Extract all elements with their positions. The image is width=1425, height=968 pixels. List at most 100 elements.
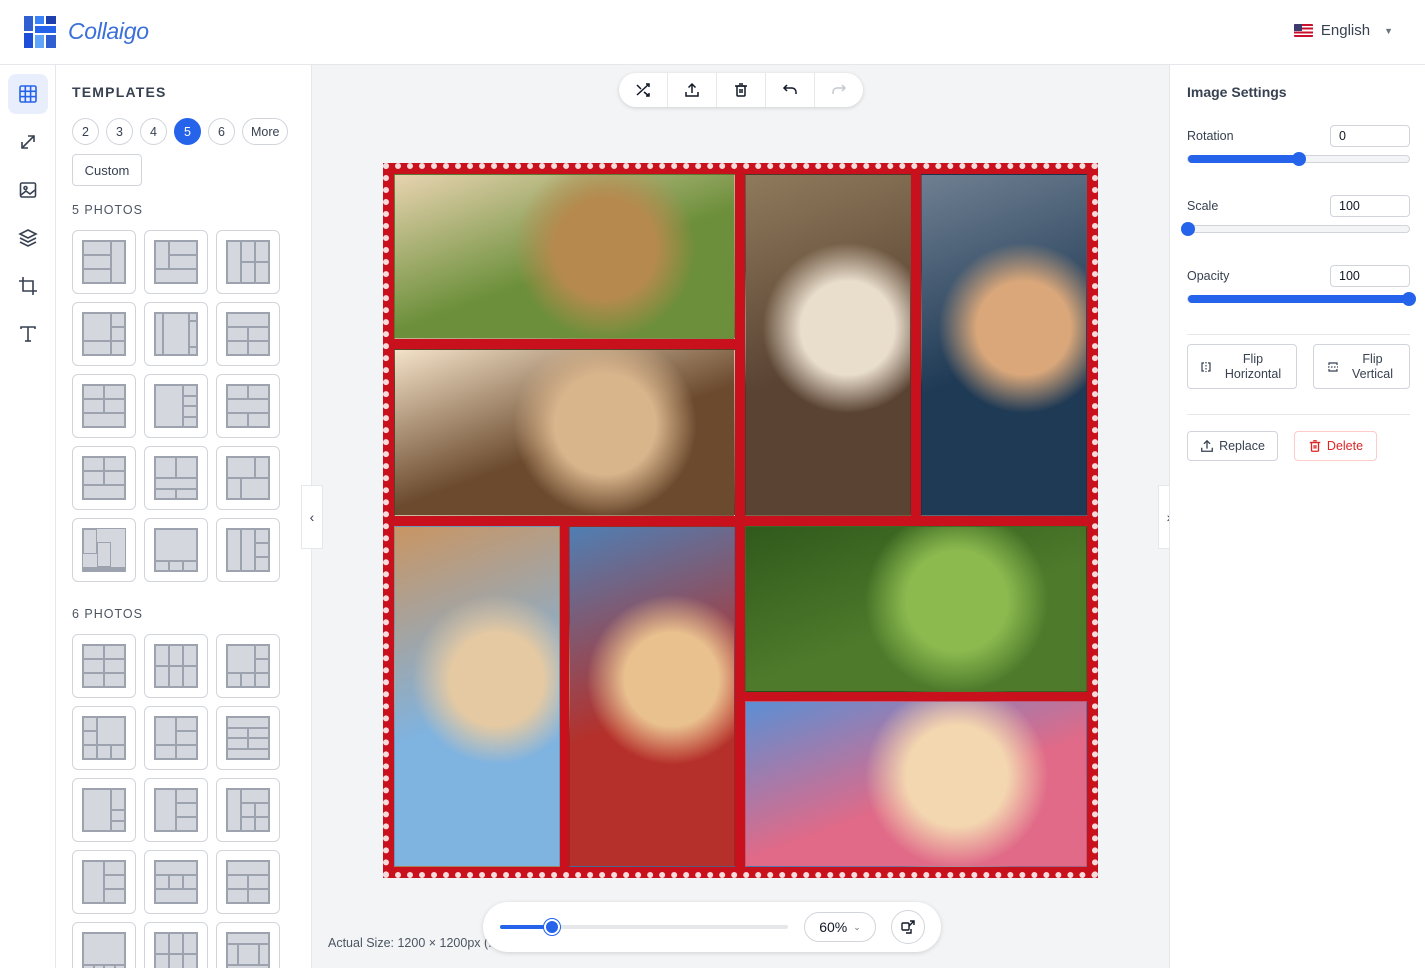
template-tile[interactable]	[72, 518, 136, 582]
template-tile[interactable]	[144, 634, 208, 698]
redo-icon	[832, 84, 847, 94]
photo-lamb[interactable]	[745, 174, 911, 516]
flip-horizontal-icon	[1201, 361, 1211, 372]
photo-reading[interactable]	[394, 349, 735, 516]
template-preview	[82, 932, 126, 968]
rotation-slider-thumb[interactable]	[1291, 152, 1306, 166]
count-5-button[interactable]: 5	[174, 118, 201, 145]
photo-giraffe[interactable]	[394, 174, 735, 339]
opacity-slider-thumb[interactable]	[1402, 292, 1416, 306]
expand-icon	[21, 135, 35, 149]
photo-beach[interactable]	[394, 526, 560, 867]
flip-v-line1: Flip	[1362, 351, 1383, 366]
count-6-button[interactable]: 6	[208, 118, 235, 145]
opacity-slider[interactable]	[1187, 292, 1416, 306]
actual-size-label: Actual Size: 1200 × 1200px (...	[328, 936, 499, 950]
photo-birthday[interactable]	[745, 701, 1087, 867]
chevron-left-icon: ‹	[309, 509, 315, 525]
template-tile[interactable]	[144, 302, 208, 366]
template-preview	[154, 860, 198, 904]
template-tile[interactable]	[216, 302, 280, 366]
flip-horizontal-button[interactable]: Flip Horizontal	[1187, 344, 1297, 389]
template-tile[interactable]	[216, 518, 280, 582]
template-tile[interactable]	[72, 922, 136, 968]
rotation-slider[interactable]	[1187, 152, 1410, 166]
template-preview	[82, 456, 126, 500]
crop-tool-button[interactable]	[8, 266, 48, 306]
template-tile[interactable]	[144, 518, 208, 582]
scale-slider[interactable]	[1181, 222, 1410, 236]
undo-icon	[782, 84, 797, 94]
section-6-photos: 6 PHOTOS	[72, 607, 143, 621]
resize-tool-button[interactable]	[8, 122, 48, 162]
collapse-left-panel-button[interactable]: ‹	[301, 485, 323, 549]
text-tool-button[interactable]	[8, 314, 48, 354]
template-tile[interactable]	[216, 230, 280, 294]
opacity-input[interactable]	[1330, 265, 1410, 287]
replace-button[interactable]: Replace	[1187, 431, 1278, 461]
zoom-slider[interactable]	[500, 919, 788, 935]
delete-all-button[interactable]	[717, 73, 766, 107]
image-icon	[19, 182, 37, 198]
photo-portrait[interactable]	[921, 174, 1087, 516]
template-tile[interactable]	[216, 778, 280, 842]
count-2-button[interactable]: 2	[72, 118, 99, 145]
template-tile[interactable]	[72, 778, 136, 842]
layers-tool-button[interactable]	[8, 218, 48, 258]
photo-carousel[interactable]	[569, 526, 735, 867]
template-tile[interactable]	[216, 706, 280, 770]
template-preview	[154, 644, 198, 688]
template-preview	[82, 788, 126, 832]
crop-icon	[19, 277, 37, 295]
more-counts-button[interactable]: More	[242, 118, 289, 145]
shuffle-button[interactable]	[619, 73, 668, 107]
template-tile[interactable]	[72, 446, 136, 510]
flip-h-line2: Horizontal	[1224, 366, 1282, 381]
canvas-area: ‹ › Actual Size: 1200 × 1200px (... 60% …	[301, 65, 1180, 968]
redo-button[interactable]	[815, 73, 863, 107]
photo-kite[interactable]	[745, 526, 1087, 692]
template-tile[interactable]	[72, 706, 136, 770]
templates-5-grid	[72, 230, 280, 582]
rotation-input[interactable]	[1330, 125, 1410, 147]
template-preview	[226, 384, 270, 428]
collage-canvas[interactable]	[383, 163, 1098, 878]
fit-to-screen-button[interactable]	[891, 910, 925, 944]
template-tile[interactable]	[144, 706, 208, 770]
template-tile[interactable]	[216, 850, 280, 914]
custom-template-button[interactable]: Custom	[72, 154, 142, 186]
delete-button[interactable]: Delete	[1294, 431, 1377, 461]
grid-icon	[19, 85, 37, 103]
template-tile[interactable]	[72, 374, 136, 438]
count-4-button[interactable]: 4	[140, 118, 167, 145]
template-tile[interactable]	[216, 374, 280, 438]
trash-icon	[735, 83, 747, 97]
template-tile[interactable]	[216, 634, 280, 698]
count-3-button[interactable]: 3	[106, 118, 133, 145]
template-tile[interactable]	[144, 446, 208, 510]
template-tile[interactable]	[216, 922, 280, 968]
template-tile[interactable]	[144, 374, 208, 438]
background-tool-button[interactable]	[8, 170, 48, 210]
template-tile[interactable]	[144, 922, 208, 968]
zoom-level-select[interactable]: 60% ⌄	[804, 912, 876, 942]
templates-tool-button[interactable]	[8, 74, 48, 114]
scale-input[interactable]	[1330, 195, 1410, 217]
zoom-slider-thumb[interactable]	[543, 919, 560, 935]
zoom-level-label: 60%	[819, 919, 848, 935]
undo-button[interactable]	[766, 73, 815, 107]
template-tile[interactable]	[72, 634, 136, 698]
template-tile[interactable]	[216, 446, 280, 510]
template-tile[interactable]	[72, 850, 136, 914]
template-tile[interactable]	[72, 302, 136, 366]
templates-panel: TEMPLATES 2 3 4 5 6 More Custom 5 PHOTOS…	[56, 65, 312, 968]
template-tile[interactable]	[144, 778, 208, 842]
template-tile[interactable]	[144, 230, 208, 294]
flip-v-line2: Vertical	[1352, 366, 1393, 381]
template-tile[interactable]	[144, 850, 208, 914]
export-button[interactable]	[668, 73, 717, 107]
language-selector[interactable]: English ▼	[1293, 22, 1393, 39]
scale-slider-thumb[interactable]	[1181, 222, 1195, 236]
template-tile[interactable]	[72, 230, 136, 294]
flip-vertical-button[interactable]: Flip Vertical	[1313, 344, 1410, 389]
